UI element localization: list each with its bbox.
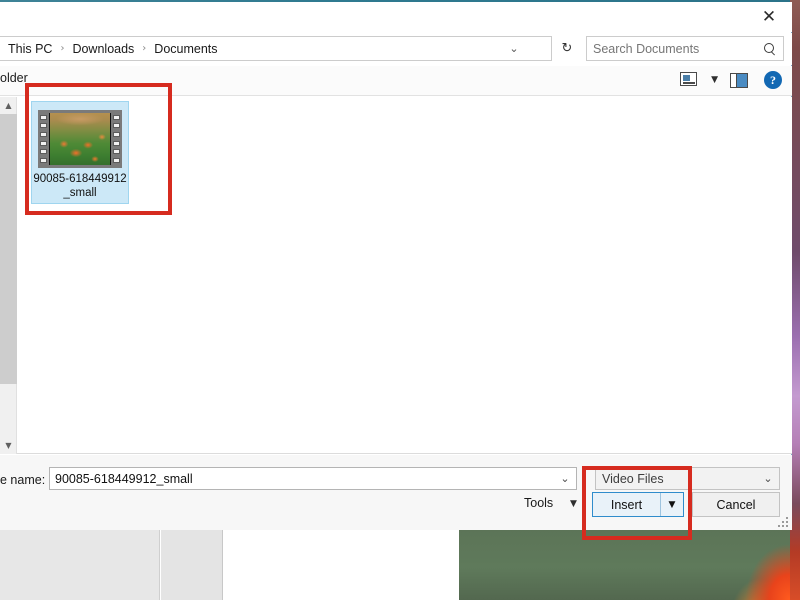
thumbnail-preview-image [49, 113, 111, 165]
filename-label: e name: [0, 473, 46, 487]
breadcrumb-item-downloads[interactable]: Downloads [70, 42, 136, 56]
insert-button[interactable]: Insert [593, 493, 661, 516]
breadcrumb-separator-icon: › [60, 43, 65, 54]
preview-pane-icon[interactable] [730, 73, 748, 88]
navigation-scrollbar[interactable]: ▲ ▼ [0, 97, 17, 454]
file-list-area[interactable]: ▲ ▼ 90085-618449912_small [0, 97, 792, 454]
filename-field[interactable]: ⌄ [49, 467, 577, 490]
background-canvas [223, 528, 459, 600]
breadcrumb[interactable]: This PC › Downloads › Documents ⌄ [0, 36, 552, 61]
chevron-down-icon[interactable]: ⌄ [757, 472, 779, 485]
chevron-down-icon[interactable]: ▼ [570, 499, 577, 509]
filmstrip-left-edge [38, 112, 49, 166]
cancel-button[interactable]: Cancel [692, 492, 780, 517]
filmstrip-right-edge [111, 112, 122, 166]
new-folder-button[interactable]: older [0, 71, 28, 85]
file-picker-dialog: ✕ This PC › Downloads › Documents ⌄ ↻ ol… [0, 2, 792, 530]
view-mode-icon[interactable] [680, 72, 700, 90]
search-input[interactable] [593, 41, 763, 56]
background-left-panel [0, 528, 160, 600]
help-icon[interactable]: ? [764, 71, 782, 89]
chevron-down-icon[interactable]: ⌄ [554, 472, 576, 485]
breadcrumb-separator-icon: › [142, 43, 147, 54]
view-mode-icon-glyph [680, 72, 697, 86]
search-box[interactable] [586, 36, 784, 61]
background-photo-preview [459, 528, 800, 600]
dialog-titlebar: ✕ [0, 2, 792, 32]
close-icon[interactable]: ✕ [746, 2, 792, 32]
filetype-selected-value: Video Files [602, 471, 664, 486]
chevron-down-icon[interactable]: ⌄ [503, 37, 525, 60]
list-item[interactable]: 90085-618449912_small [31, 101, 129, 204]
search-icon [763, 42, 777, 56]
tools-button[interactable]: Tools [524, 496, 553, 510]
background-secondary-panel [161, 528, 223, 600]
breadcrumb-item-documents[interactable]: Documents [152, 42, 219, 56]
insert-dropdown-icon[interactable]: ▼ [661, 493, 683, 516]
filename-input[interactable] [55, 471, 554, 486]
chevron-down-icon[interactable]: ▼ [711, 75, 718, 85]
scrollbar-thumb[interactable] [0, 114, 17, 384]
refresh-icon[interactable]: ↻ [554, 36, 580, 61]
filetype-select[interactable]: Video Files ⌄ [595, 467, 780, 490]
list-item-label: 90085-618449912_small [33, 173, 127, 199]
dialog-toolbar: older ▼ ? [0, 66, 792, 96]
video-file-thumbnail-icon [38, 110, 122, 168]
breadcrumb-item-this-pc[interactable]: This PC [6, 42, 54, 56]
scroll-down-icon[interactable]: ▼ [0, 437, 17, 454]
resize-grip[interactable] [776, 515, 788, 527]
scroll-up-icon[interactable]: ▲ [0, 97, 17, 114]
insert-button-group[interactable]: Insert ▼ [592, 492, 684, 517]
